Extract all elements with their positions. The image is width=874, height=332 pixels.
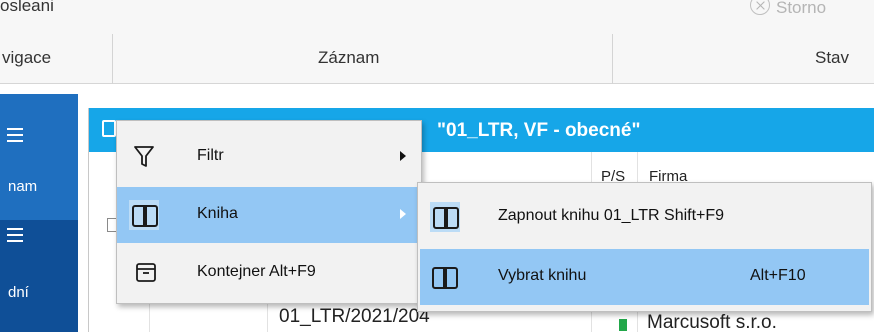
menu-item-filtr[interactable]: Filtr — [117, 129, 421, 185]
storno-label: Storno — [776, 0, 827, 17]
book-icon — [129, 200, 159, 230]
status-indicator — [619, 319, 627, 331]
ribbon-group-zaznam: Záznam — [318, 48, 380, 67]
nav-item-label: dní — [8, 284, 29, 301]
book-icon — [432, 267, 458, 289]
submenu-arrow-icon — [400, 151, 406, 161]
record-firm: Marcusoft s.r.o. — [647, 312, 777, 332]
ribbon-top: osleani Storno — [0, 0, 874, 34]
menu-item-label: Filtr — [197, 147, 224, 164]
storno-button[interactable]: Storno — [750, 0, 826, 18]
submenu-item-zapnout-knihu[interactable]: Zapnout knihu 01_LTR Shift+F9 — [418, 189, 871, 245]
menu-lines-icon — [7, 228, 23, 242]
window-title: "01_LTR, VF - obecné" — [437, 120, 641, 141]
ribbon-group-bar: vigace Záznam Stav — [0, 34, 874, 84]
container-icon — [135, 261, 156, 282]
nav-item-label: nam — [8, 178, 38, 195]
context-menu: Filtr Kniha Kontejner Alt+F9 — [116, 120, 422, 304]
book-icon — [430, 202, 460, 232]
ribbon-cut-label: osleani — [0, 0, 54, 15]
submenu-arrow-icon — [400, 209, 406, 219]
menu-item-kniha[interactable]: Kniha — [117, 187, 421, 243]
nav-item-zaznam[interactable]: nam — [0, 94, 78, 195]
ribbon-divider — [112, 34, 113, 84]
menu-item-label: Vybrat knihu — [498, 267, 587, 284]
ribbon-group-navigace: vigace — [2, 48, 52, 67]
submenu: Zapnout knihu 01_LTR Shift+F9 Vybrat kni… — [417, 182, 872, 312]
menu-item-label: Kniha — [197, 205, 238, 222]
menu-item-kontejner[interactable]: Kontejner Alt+F9 — [117, 245, 421, 301]
left-navigation: nam dní — [0, 94, 78, 332]
ribbon-divider — [612, 34, 613, 84]
nav-item-zakladni[interactable]: dní — [0, 220, 78, 332]
menu-item-label: Kontejner Alt+F9 — [197, 263, 316, 280]
ribbon-group-stav: Stav — [815, 48, 850, 67]
menu-lines-icon — [7, 128, 23, 142]
menu-item-hotkey: Alt+F10 — [750, 267, 806, 284]
record-code: 01_LTR/2021/204 — [279, 306, 430, 327]
document-icon — [102, 120, 116, 137]
submenu-item-vybrat-knihu[interactable]: Vybrat knihu Alt+F10 — [420, 249, 869, 305]
cancel-circle-icon — [750, 0, 770, 15]
filter-icon — [133, 145, 155, 167]
menu-item-label: Zapnout knihu 01_LTR Shift+F9 — [498, 207, 725, 224]
